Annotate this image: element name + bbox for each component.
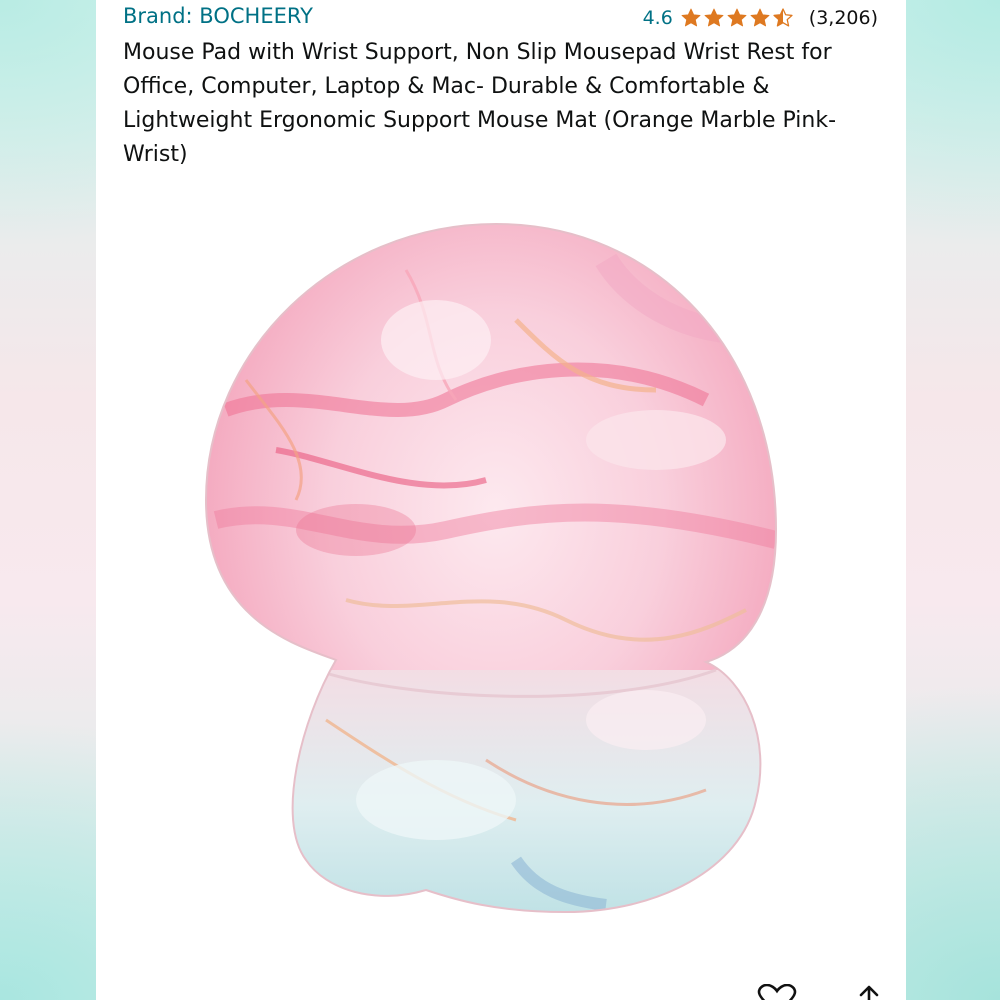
share-icon[interactable] bbox=[848, 984, 890, 1000]
star-full-icon bbox=[704, 8, 724, 27]
star-full-icon bbox=[727, 8, 747, 27]
brand-link[interactable]: Brand: BOCHEERY bbox=[123, 4, 313, 28]
rating-count[interactable]: (3,206) bbox=[809, 7, 878, 29]
star-full-icon bbox=[750, 8, 770, 27]
heart-icon[interactable] bbox=[756, 984, 798, 1000]
action-bar bbox=[756, 984, 890, 1000]
product-title: Mouse Pad with Wrist Support, Non Slip M… bbox=[123, 40, 837, 167]
star-rating[interactable] bbox=[680, 7, 795, 29]
rating-summary[interactable]: 4.6 (3,206) bbox=[643, 7, 878, 29]
product-card: Brand: BOCHEERY 4.6 (3,206) Mouse Pad wi… bbox=[96, 0, 906, 1000]
rating-value[interactable]: 4.6 bbox=[643, 7, 673, 29]
product-image[interactable] bbox=[186, 200, 806, 940]
star-half-icon bbox=[773, 8, 793, 27]
star-full-icon bbox=[681, 8, 701, 27]
